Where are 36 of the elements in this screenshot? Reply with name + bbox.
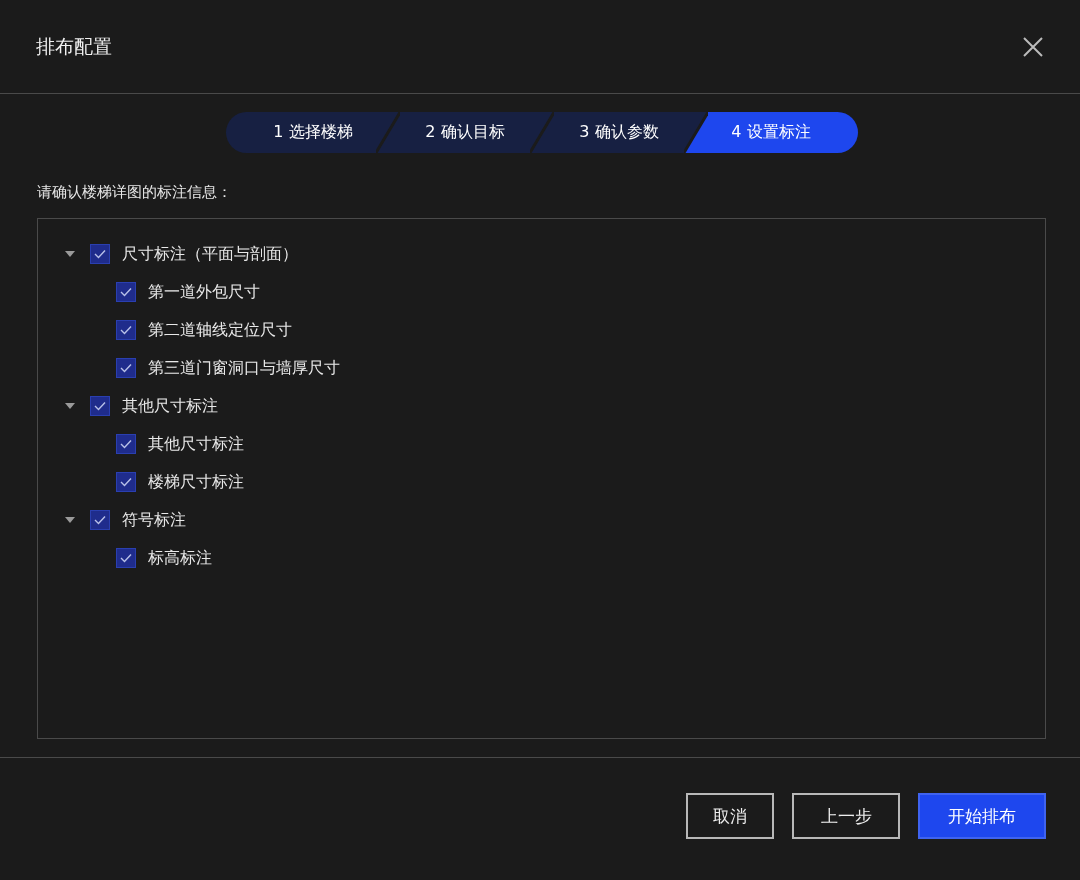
- tree-item-label[interactable]: 符号标注: [122, 509, 186, 531]
- dialog-title: 排布配置: [36, 33, 112, 59]
- tree-item-label[interactable]: 楼梯尺寸标注: [148, 471, 244, 493]
- checkbox[interactable]: [116, 320, 136, 340]
- check-icon: [120, 287, 132, 297]
- checkbox[interactable]: [116, 548, 136, 568]
- check-icon: [94, 249, 106, 259]
- checkbox[interactable]: [116, 358, 136, 378]
- check-icon: [120, 363, 132, 373]
- check-icon: [94, 515, 106, 525]
- tree-item-label[interactable]: 其他尺寸标注: [148, 433, 244, 455]
- checkbox[interactable]: [90, 244, 110, 264]
- caret-down-icon[interactable]: [64, 516, 76, 524]
- checkbox[interactable]: [90, 396, 110, 416]
- tree-item-label[interactable]: 尺寸标注（平面与剖面）: [122, 243, 298, 265]
- instruction-text: 请确认楼梯详图的标注信息：: [37, 183, 233, 202]
- secondary-button[interactable]: 上一步: [792, 793, 900, 839]
- tree-item-label[interactable]: 其他尺寸标注: [122, 395, 218, 417]
- check-icon: [94, 401, 106, 411]
- check-icon: [120, 477, 132, 487]
- checkbox[interactable]: [90, 510, 110, 530]
- checkbox[interactable]: [116, 472, 136, 492]
- tree-item-label[interactable]: 标高标注: [148, 547, 212, 569]
- close-icon[interactable]: [1022, 35, 1044, 58]
- tree-item-label[interactable]: 第三道门窗洞口与墙厚尺寸: [148, 357, 340, 379]
- caret-down-icon[interactable]: [64, 250, 76, 258]
- check-icon: [120, 553, 132, 563]
- checkbox[interactable]: [116, 282, 136, 302]
- tree-item-label[interactable]: 第一道外包尺寸: [148, 281, 260, 303]
- check-icon: [120, 325, 132, 335]
- check-icon: [120, 439, 132, 449]
- secondary-button[interactable]: 取消: [686, 793, 774, 839]
- primary-button[interactable]: 开始排布: [918, 793, 1046, 839]
- tree-item-label[interactable]: 第二道轴线定位尺寸: [148, 319, 292, 341]
- caret-down-icon[interactable]: [64, 402, 76, 410]
- checkbox[interactable]: [116, 434, 136, 454]
